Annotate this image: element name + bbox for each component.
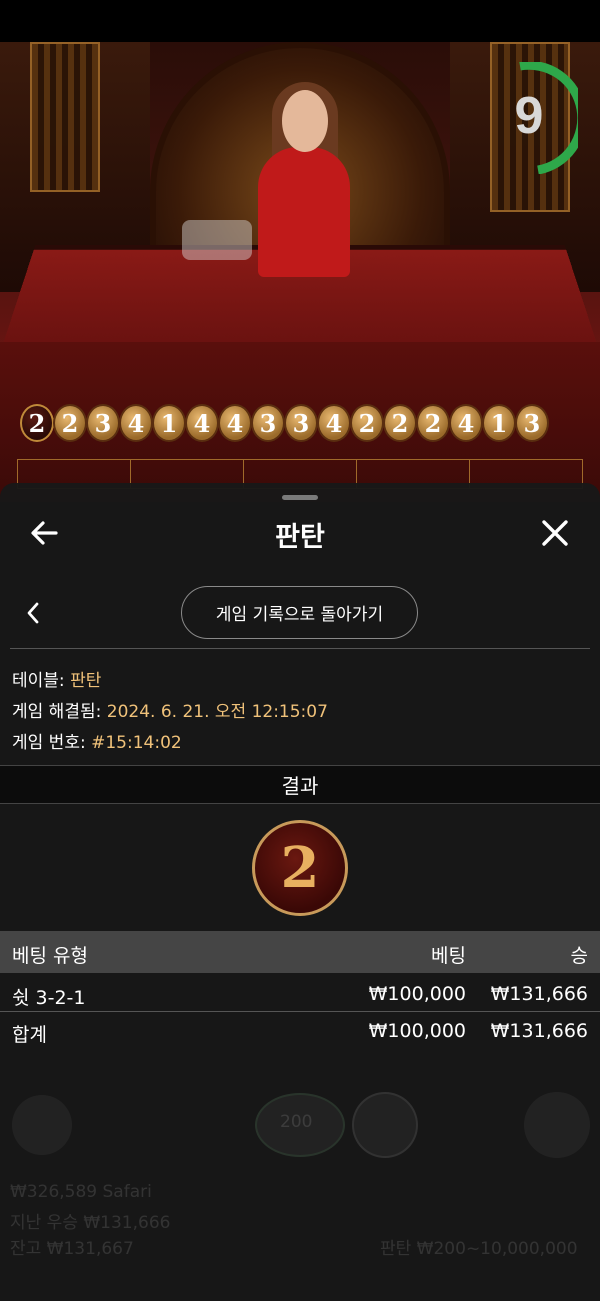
dealer-dress [258,147,350,277]
bead-bowl [182,220,252,260]
info-table: 테이블: 판탄 [12,666,101,691]
history-road: 2234144334222413 [20,404,549,444]
sheet-drag-handle[interactable] [282,495,318,500]
table-limit: 판탄 ₩200~10,000,000 [380,1239,578,1259]
road-result-ball: 4 [218,404,252,442]
road-result-ball: 4 [185,404,219,442]
road-result-ball: 3 [515,404,549,442]
road-result-ball: 1 [482,404,516,442]
close-icon[interactable] [538,516,572,550]
col-win: 승 [570,945,588,967]
total-label: 합계 [12,1024,47,1046]
row-win: ₩131,666 [490,983,588,1005]
back-to-history-button[interactable]: 게임 기록으로 돌아가기 [181,586,418,639]
dealer-face [282,90,328,152]
chip-value: 200 [280,1112,313,1132]
col-bet-type: 베팅 유형 [12,945,88,967]
info-resolved: 게임 해결됨: 2024. 6. 21. 오전 12:15:07 [12,697,328,722]
result-ball: 2 [252,820,348,916]
total-bet: ₩100,000 [368,1020,466,1042]
info-game-number-label: 게임 번호: [12,733,86,753]
table-row-divider [0,1011,600,1012]
divider [10,648,590,649]
info-table-value: 판탄 [70,671,102,691]
info-table-label: 테이블: [12,671,65,691]
balance-line-1: ₩326,589 Safari [10,1182,152,1202]
col-bet: 베팅 [431,945,466,967]
road-result-ball: 4 [119,404,153,442]
total-win: ₩131,666 [490,1020,588,1042]
balance-line-3: 잔고 ₩131,667 [10,1239,134,1259]
road-result-ball: 2 [350,404,384,442]
balance-line-2: 지난 우승 ₩131,666 [10,1213,171,1233]
lattice-panel [30,42,100,192]
timer-value: 9 [514,87,544,145]
road-result-ball: 2 [416,404,450,442]
sheet-title: 판탄 [275,522,325,553]
menu-button [524,1092,590,1158]
status-bar [0,0,600,42]
result-header: 결과 [0,765,600,804]
info-game-number-value: #15:14:02 [91,733,182,753]
road-result-ball: 2 [20,404,54,442]
road-result-ball: 4 [317,404,351,442]
row-bet-type: 쉿 3-2-1 [12,987,86,1009]
road-result-ball: 3 [251,404,285,442]
road-result-ball: 4 [449,404,483,442]
row-bet: ₩100,000 [368,983,466,1005]
info-resolved-label: 게임 해결됨: [12,702,102,722]
info-game-number: 게임 번호: #15:14:02 [12,728,182,753]
road-result-ball: 2 [383,404,417,442]
repeat-button [352,1092,418,1158]
grid-menu-button [12,1095,72,1155]
road-result-ball: 2 [53,404,87,442]
road-result-ball: 3 [86,404,120,442]
chevron-left-icon[interactable] [22,598,44,628]
road-result-ball: 1 [152,404,186,442]
info-resolved-value: 2024. 6. 21. 오전 12:15:07 [106,702,328,722]
road-result-ball: 3 [284,404,318,442]
